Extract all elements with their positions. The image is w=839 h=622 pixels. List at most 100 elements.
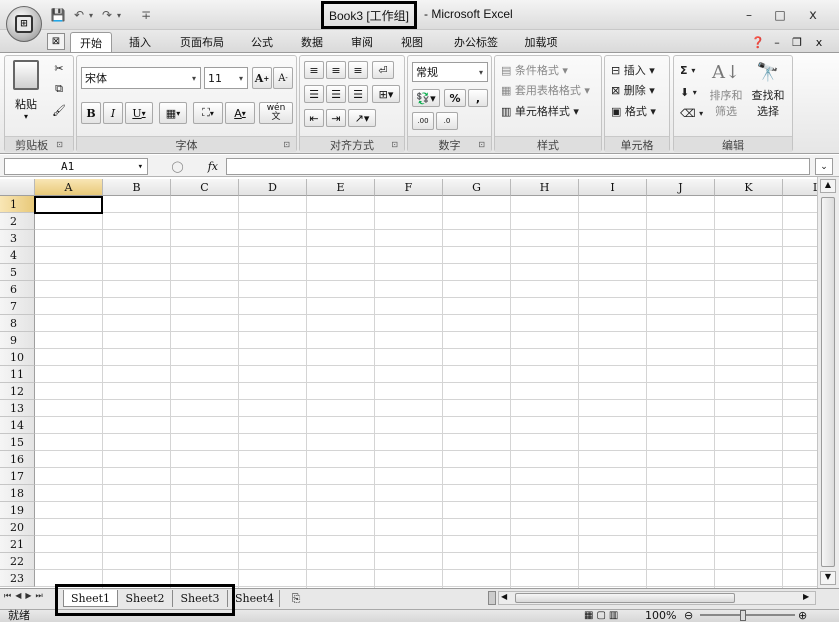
office-button[interactable]: ⊞ [6, 6, 42, 42]
zoom-slider-thumb[interactable] [740, 610, 746, 621]
row-header-17[interactable]: 17 [0, 468, 35, 485]
align-middle-icon[interactable]: ≡ [326, 61, 346, 79]
row-header-23[interactable]: 23 [0, 570, 35, 587]
zoom-out-icon[interactable]: ⊖ [684, 609, 693, 622]
row-header-3[interactable]: 3 [0, 230, 35, 247]
column-header-l[interactable]: L [783, 179, 817, 196]
zoom-in-icon[interactable]: ⊕ [798, 609, 807, 622]
row-header-12[interactable]: 12 [0, 383, 35, 400]
row-header-11[interactable]: 11 [0, 366, 35, 383]
format-cells-button[interactable]: ▣ 格式 ▾ [611, 103, 656, 119]
column-header-e[interactable]: E [307, 179, 375, 196]
conditional-format-button[interactable]: ▤ 条件格式 ▾ [501, 62, 568, 78]
help-icon[interactable]: ❓ [750, 32, 766, 52]
align-right-icon[interactable]: ☰ [348, 85, 368, 103]
font-size-combo[interactable]: 11 ▾ [204, 67, 248, 89]
comma-button[interactable]: , [468, 89, 488, 107]
tab-page-layout[interactable]: 页面布局 [172, 32, 232, 52]
column-header-b[interactable]: B [103, 179, 171, 196]
row-header-14[interactable]: 14 [0, 417, 35, 434]
name-box[interactable]: A1 ▾ [4, 158, 148, 175]
currency-icon[interactable]: 💱▾ [412, 89, 440, 107]
align-top-icon[interactable]: ≡ [304, 61, 324, 79]
tab-office-tabs[interactable]: 办公标签 [446, 32, 506, 52]
increase-decimal-button[interactable]: .00 [412, 112, 434, 130]
format-painter-icon[interactable]: 🖌 [51, 104, 67, 118]
underline-button[interactable]: U ▾ [125, 102, 153, 124]
horizontal-scrollbar[interactable]: ◀ ▶ [498, 591, 816, 605]
column-header-f[interactable]: F [375, 179, 443, 196]
redo-dropdown-icon[interactable]: ▾ [114, 7, 124, 23]
column-header-k[interactable]: K [715, 179, 783, 196]
sheet-tab-4[interactable]: Sheet4 [230, 590, 280, 607]
column-header-i[interactable]: I [579, 179, 647, 196]
insert-cells-button[interactable]: ⊟ 插入 ▾ [611, 62, 655, 78]
column-header-g[interactable]: G [443, 179, 511, 196]
column-header-c[interactable]: C [171, 179, 239, 196]
insert-function-button[interactable]: ◯ fx [158, 158, 224, 175]
orientation-icon[interactable]: ↗▾ [348, 109, 376, 127]
decrease-decimal-button[interactable]: .0 [436, 112, 458, 130]
view-buttons-icon[interactable]: ▦▢▥ [584, 609, 621, 622]
workbook-minimize-icon[interactable]: – [770, 32, 784, 52]
wrap-text-icon[interactable]: ⏎ [372, 61, 394, 79]
italic-button[interactable]: I [103, 102, 123, 124]
undo-icon[interactable]: ↶ [72, 7, 86, 23]
align-bottom-icon[interactable]: ≡ [348, 61, 368, 79]
font-color-button[interactable]: A ▾ [225, 102, 255, 124]
column-header-j[interactable]: J [647, 179, 715, 196]
delete-cells-button[interactable]: ⊠ 删除 ▾ [611, 82, 655, 98]
row-header-5[interactable]: 5 [0, 264, 35, 281]
row-header-16[interactable]: 16 [0, 451, 35, 468]
scroll-down-icon[interactable]: ▼ [820, 571, 836, 585]
tab-home[interactable]: 开始 [70, 32, 112, 52]
merge-center-icon[interactable]: ⊞▾ [372, 85, 400, 103]
row-header-4[interactable]: 4 [0, 247, 35, 264]
cut-icon[interactable]: ✂ [51, 62, 67, 76]
row-header-6[interactable]: 6 [0, 281, 35, 298]
tab-insert[interactable]: 插入 [120, 32, 160, 52]
row-header-19[interactable]: 19 [0, 502, 35, 519]
row-header-2[interactable]: 2 [0, 213, 35, 230]
row-header-10[interactable]: 10 [0, 349, 35, 366]
bold-button[interactable]: B [81, 102, 101, 124]
worksheet-grid[interactable]: ABCDEFGHIJKL 1 2 3 4 5 6 7 8 9 10 11 12 13 14 15 16 17 18… [0, 179, 817, 588]
grow-font-button[interactable]: A + [252, 67, 272, 89]
row-header-15[interactable]: 15 [0, 434, 35, 451]
row-header-8[interactable]: 8 [0, 315, 35, 332]
decrease-indent-icon[interactable]: ⇤ [304, 109, 324, 127]
undo-dropdown-icon[interactable]: ▾ [86, 7, 96, 23]
expand-formula-icon[interactable]: ⌄ [815, 158, 833, 175]
paste-button[interactable]: 粘贴 ▾ [9, 60, 43, 130]
copy-icon[interactable]: ⧉ [51, 82, 67, 96]
autosum-button[interactable]: Σ ▾ [680, 62, 695, 78]
workbook-icon[interactable]: ⊠ [47, 33, 65, 50]
tab-review[interactable]: 审阅 [344, 32, 380, 52]
tab-view[interactable]: 视图 [394, 32, 430, 52]
font-name-combo[interactable]: 宋体 ▾ [81, 67, 201, 89]
tab-split-handle[interactable] [488, 591, 496, 605]
active-cell[interactable] [34, 196, 103, 214]
align-left-icon[interactable]: ☰ [304, 85, 324, 103]
scroll-left-icon[interactable]: ◀ [501, 592, 511, 604]
insert-sheet-icon[interactable]: ⎘ [284, 590, 308, 607]
align-center-icon[interactable]: ☰ [326, 85, 346, 103]
row-header-9[interactable]: 9 [0, 332, 35, 349]
fill-button[interactable]: ⬇ ▾ [680, 84, 697, 100]
cell-styles-button[interactable]: ▥ 单元格样式 ▾ [501, 103, 579, 119]
workbook-close-icon[interactable]: x [812, 32, 826, 52]
format-as-table-button[interactable]: ▦ 套用表格格式 ▾ [501, 82, 590, 98]
row-header-1[interactable]: 1 [0, 196, 35, 213]
increase-indent-icon[interactable]: ⇥ [326, 109, 346, 127]
sort-filter-button[interactable]: A↓ 排序和 筛选 [710, 62, 743, 128]
number-format-combo[interactable]: 常规 ▾ [412, 62, 488, 82]
minimize-icon[interactable]: – [736, 6, 762, 24]
save-icon[interactable]: 💾 [50, 7, 66, 23]
row-header-22[interactable]: 22 [0, 553, 35, 570]
select-all-corner[interactable] [0, 179, 35, 196]
vertical-scrollbar[interactable]: ▲ ▼ [817, 177, 839, 588]
clear-button[interactable]: ⌫ ▾ [680, 105, 703, 121]
horizontal-scroll-thumb[interactable] [515, 593, 735, 603]
scroll-right-icon[interactable]: ▶ [803, 592, 813, 604]
customize-qat-icon[interactable]: ∓ [140, 7, 152, 23]
